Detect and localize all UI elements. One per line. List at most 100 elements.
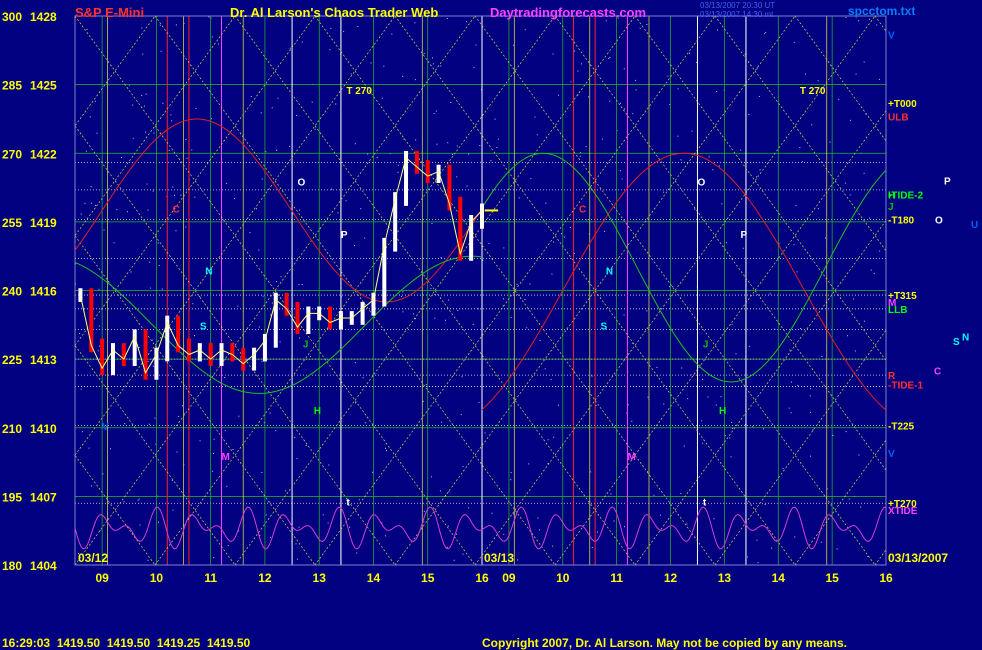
grid-dot	[810, 411, 812, 413]
right-axis-label: V	[888, 449, 895, 460]
grid-dot	[314, 128, 316, 130]
grid-dot	[712, 169, 714, 171]
planet-label: C	[579, 205, 586, 216]
grid-dot	[820, 541, 822, 543]
grid-dot	[116, 209, 118, 211]
grid-dot	[462, 466, 464, 468]
far-right-label: C	[934, 367, 941, 378]
grid-dot	[354, 143, 356, 145]
grid-dot	[354, 362, 356, 364]
grid-dot	[448, 491, 450, 493]
grid-dot	[80, 388, 82, 390]
grid-dot	[810, 455, 812, 457]
grid-dot	[262, 295, 264, 297]
grid-dot	[415, 139, 417, 141]
grid-dot	[747, 556, 749, 558]
grid-dot	[121, 156, 123, 158]
grid-dot	[558, 94, 560, 96]
grid-dot	[81, 431, 83, 433]
grid-dot	[517, 559, 519, 561]
y-tick-price: 1413	[30, 353, 57, 367]
x-tick-label: 15	[825, 571, 839, 585]
grid-dot	[402, 311, 404, 313]
grid-dot	[466, 21, 468, 23]
grid-dot	[735, 353, 737, 355]
grid-dot	[854, 350, 856, 352]
grid-dot	[817, 208, 819, 210]
grid-dot	[298, 209, 300, 211]
grid-dot	[157, 242, 159, 244]
grid-dot	[110, 448, 112, 450]
price-bar	[306, 306, 311, 334]
planet-label: N	[606, 266, 613, 277]
grid-dot	[362, 377, 364, 379]
grid-dot	[646, 24, 648, 26]
planet-label: J	[303, 340, 309, 351]
grid-dot	[687, 398, 689, 400]
grid-dot	[447, 525, 449, 527]
price-bar	[436, 164, 441, 183]
grid-dot	[385, 535, 387, 537]
y-tick-price: 1428	[30, 10, 57, 24]
grid-dot	[348, 526, 350, 528]
x-tick-label: 16	[879, 571, 893, 585]
grid-dot	[868, 217, 870, 219]
grid-dot	[130, 271, 132, 273]
grid-dot	[868, 18, 870, 20]
price-bar	[110, 343, 115, 376]
grid-dot	[731, 323, 733, 325]
grid-dot	[328, 464, 330, 466]
grid-dot	[285, 490, 287, 492]
grid-dot	[716, 29, 718, 31]
grid-dot	[456, 145, 458, 147]
price-bar	[360, 301, 365, 325]
grid-dot	[748, 345, 750, 347]
grid-dot	[516, 283, 518, 285]
grid-dot	[185, 226, 187, 228]
site-link[interactable]: Daytradingforecasts.com	[490, 5, 646, 20]
grid-dot	[490, 160, 492, 162]
grid-dot	[446, 18, 448, 20]
grid-dot	[696, 61, 698, 63]
grid-dot	[790, 412, 792, 414]
grid-dot	[573, 252, 575, 254]
grid-dot	[721, 203, 723, 205]
grid-dot	[878, 78, 880, 80]
grid-dot	[132, 104, 134, 106]
x-tick-label: 16	[475, 571, 489, 585]
grid-dot	[526, 327, 528, 329]
grid-dot	[422, 400, 424, 402]
grid-dot	[258, 249, 260, 251]
grid-dot	[791, 381, 793, 383]
grid-dot	[588, 96, 590, 98]
grid-dot	[466, 185, 468, 187]
planet-label: T 270	[346, 86, 372, 97]
grid-dot	[605, 20, 607, 22]
grid-dot	[149, 261, 151, 263]
grid-dot	[301, 284, 303, 286]
grid-dot	[817, 80, 819, 82]
grid-dot	[870, 269, 872, 271]
grid-dot	[503, 533, 505, 535]
grid-dot	[848, 498, 850, 500]
grid-dot	[343, 31, 345, 33]
grid-dot	[681, 367, 683, 369]
grid-dot	[557, 404, 559, 406]
y-tick-label-left: 300	[2, 10, 22, 24]
grid-dot	[764, 33, 766, 35]
grid-dot	[725, 435, 727, 437]
price-bar	[230, 343, 235, 362]
grid-dot	[863, 320, 865, 322]
grid-dot	[530, 178, 532, 180]
grid-dot	[838, 98, 840, 100]
grid-dot	[90, 186, 92, 188]
grid-dot	[276, 281, 278, 283]
y-tick-price: 1416	[30, 285, 57, 299]
grid-dot	[88, 447, 90, 449]
grid-dot	[796, 271, 798, 273]
price-bar	[219, 343, 224, 366]
grid-dot	[544, 368, 546, 370]
grid-dot	[159, 24, 161, 26]
grid-dot	[850, 119, 852, 121]
price-bar	[89, 288, 94, 353]
